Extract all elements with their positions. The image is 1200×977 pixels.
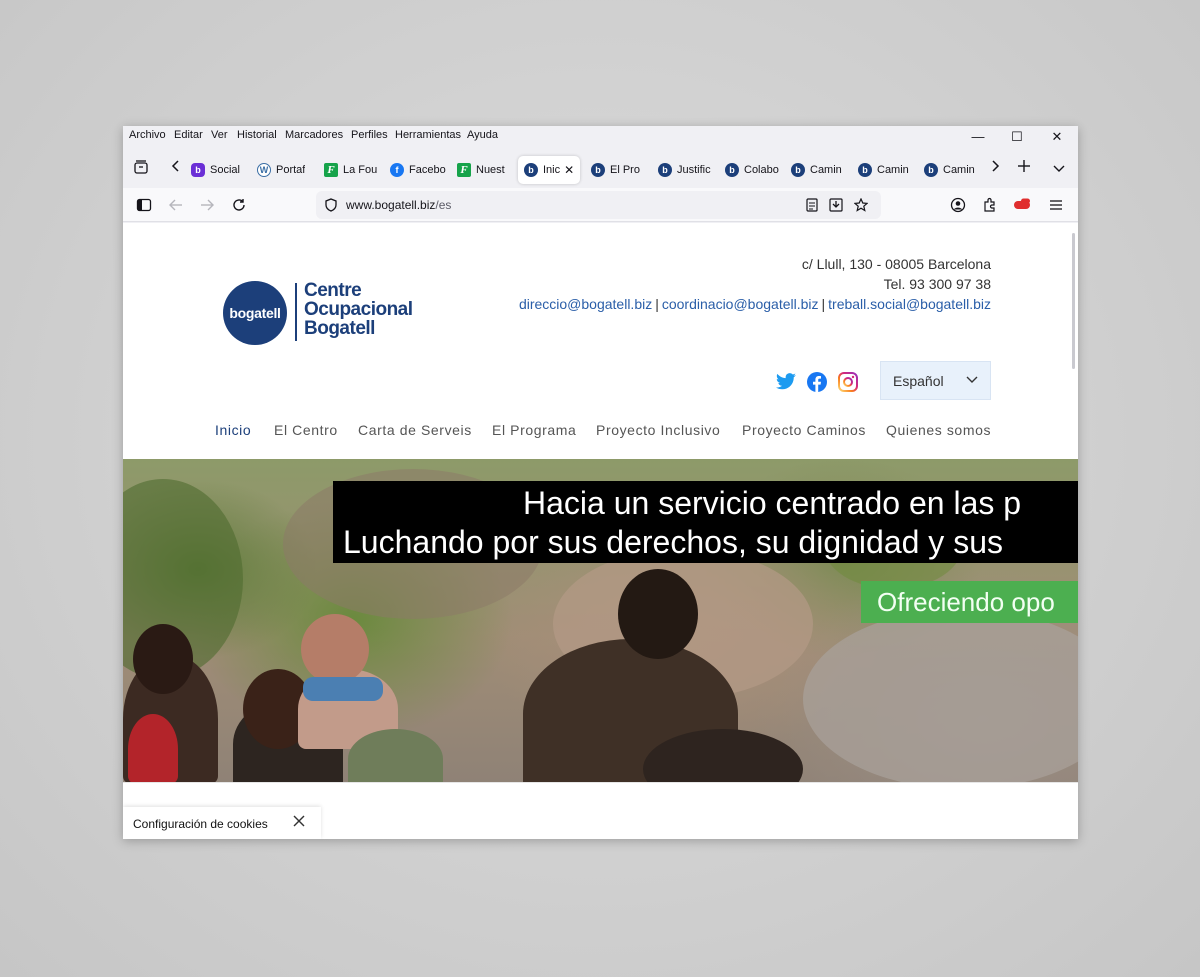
- tabs-scroll-right-icon[interactable]: [990, 159, 1000, 176]
- nav-proyecto-inclusivo[interactable]: Proyecto Inclusivo: [596, 422, 720, 438]
- hero-backpack: [128, 714, 178, 782]
- menu-herramientas[interactable]: Herramientas: [395, 129, 461, 141]
- bogatell-icon: b: [524, 163, 538, 177]
- close-icon[interactable]: [293, 814, 305, 831]
- menu-bar: Archivo Editar Ver Historial Marcadores …: [123, 126, 1078, 146]
- tab-strip: b Social W Portaf F La Fou f Facebo F Nu…: [123, 148, 1078, 188]
- hamburger-menu-icon[interactable]: [1047, 196, 1065, 214]
- account-icon[interactable]: [949, 196, 967, 214]
- contact-emails: direccio@bogatell.biz | coordinacio@bogate…: [518, 296, 991, 312]
- menu-perfiles[interactable]: Perfiles: [351, 129, 388, 141]
- sidebar-toggle-icon[interactable]: [135, 196, 153, 214]
- url-text[interactable]: www.bogatell.biz/es: [346, 198, 451, 212]
- hero-head: [301, 614, 369, 684]
- page-scrollbar[interactable]: [1072, 233, 1075, 369]
- menu-marcadores[interactable]: Marcadores: [285, 129, 343, 141]
- close-window-button[interactable]: ✕: [1047, 129, 1067, 145]
- reload-icon[interactable]: [230, 196, 248, 214]
- tab-justific[interactable]: b Justific: [652, 156, 714, 184]
- bogatell-logo[interactable]: bogatell: [223, 281, 287, 345]
- logo-wordmark[interactable]: Centre Ocupacional Bogatell: [304, 281, 413, 338]
- contact-address: c/ Llull, 130 - 08005 Barcelona: [801, 256, 991, 272]
- tab-camin-2[interactable]: b Camin: [852, 156, 914, 184]
- browser-window: Archivo Editar Ver Historial Marcadores …: [123, 126, 1078, 839]
- menu-editar[interactable]: Editar: [174, 129, 203, 141]
- cookie-settings-bar[interactable]: Configuración de cookies: [123, 807, 321, 839]
- tabs-scroll-left-icon[interactable]: [171, 159, 181, 176]
- tab-manager-icon[interactable]: [133, 159, 149, 178]
- tab-la-fou[interactable]: F La Fou: [318, 156, 380, 184]
- email-treball-social-link[interactable]: treball.social@bogatell.biz: [828, 296, 991, 312]
- hero-head: [133, 624, 193, 694]
- hero-head: [618, 569, 698, 659]
- menu-historial[interactable]: Historial: [237, 129, 277, 141]
- f-icon: F: [457, 163, 471, 177]
- menu-ayuda[interactable]: Ayuda: [467, 129, 498, 141]
- language-select[interactable]: Español: [880, 361, 991, 400]
- tab-el-pro[interactable]: b El Pro: [585, 156, 647, 184]
- close-tab-icon[interactable]: ✕: [564, 163, 574, 177]
- tab-inicio-active[interactable]: b Inic ✕: [518, 156, 580, 184]
- hero-green-banner: Ofreciendo opo: [861, 581, 1078, 623]
- email-direccio-link[interactable]: direccio@bogatell.biz: [519, 296, 652, 312]
- bogatell-icon: b: [725, 163, 739, 177]
- f-icon: F: [324, 163, 338, 177]
- nav-proyecto-caminos[interactable]: Proyecto Caminos: [742, 422, 866, 438]
- social-icon: b: [191, 163, 205, 177]
- hero-line-1: Hacia un servicio centrado en las p: [523, 485, 1022, 521]
- save-page-icon[interactable]: [828, 197, 844, 213]
- facebook-icon: f: [390, 163, 404, 177]
- navigation-bar: www.bogatell.biz/es: [123, 188, 1078, 222]
- maximize-button[interactable]: ☐: [1007, 129, 1027, 145]
- hero-hat: [348, 729, 443, 782]
- hero-line-2: Luchando por sus derechos, su dignidad y…: [343, 524, 1003, 560]
- nav-inicio[interactable]: Inicio: [215, 422, 251, 438]
- reader-view-icon[interactable]: [804, 197, 820, 213]
- forward-icon[interactable]: [198, 196, 216, 214]
- tab-facebook[interactable]: f Facebo: [384, 156, 446, 184]
- nav-el-programa[interactable]: El Programa: [492, 422, 576, 438]
- menu-archivo[interactable]: Archivo: [129, 129, 166, 141]
- menu-ver[interactable]: Ver: [211, 129, 228, 141]
- list-all-tabs-icon[interactable]: [1053, 161, 1065, 177]
- bogatell-icon: b: [791, 163, 805, 177]
- chevron-down-icon: [966, 373, 978, 387]
- cookie-settings-label[interactable]: Configuración de cookies: [133, 817, 268, 831]
- shield-icon[interactable]: [323, 197, 339, 213]
- web-page: bogatell Centre Ocupacional Bogatell c/ …: [123, 223, 1078, 839]
- bookmark-star-icon[interactable]: [853, 197, 869, 213]
- bogatell-icon: b: [591, 163, 605, 177]
- facebook-icon[interactable]: [806, 371, 828, 393]
- back-icon[interactable]: [167, 196, 185, 214]
- lastpass-extension-icon[interactable]: [1013, 196, 1031, 214]
- bogatell-icon: b: [858, 163, 872, 177]
- bogatell-icon: b: [924, 163, 938, 177]
- hero-bottom-divider: [123, 782, 1078, 783]
- tab-camin-1[interactable]: b Camin: [785, 156, 847, 184]
- new-tab-icon[interactable]: [1017, 159, 1031, 176]
- tab-social[interactable]: b Social: [185, 156, 247, 184]
- email-coordinacio-link[interactable]: coordinacio@bogatell.biz: [662, 296, 819, 312]
- nav-el-centro[interactable]: El Centro: [274, 422, 338, 438]
- tab-portaf[interactable]: W Portaf: [251, 156, 313, 184]
- bogatell-icon: b: [658, 163, 672, 177]
- twitter-icon[interactable]: [775, 371, 797, 393]
- tab-camin-3[interactable]: b Camin: [918, 156, 980, 184]
- contact-phone: Tel. 93 300 97 38: [883, 276, 991, 292]
- tab-colabo[interactable]: b Colabo: [719, 156, 781, 184]
- hero-slider[interactable]: Hacia un servicio centrado en las p Luch…: [123, 459, 1078, 782]
- nav-quienes-somos[interactable]: Quienes somos: [886, 422, 991, 438]
- hero-rock: [803, 609, 1078, 782]
- hero-green-text: Ofreciendo opo: [877, 587, 1055, 617]
- minimize-button[interactable]: —: [968, 129, 988, 144]
- nav-carta-de-serveis[interactable]: Carta de Serveis: [358, 422, 472, 438]
- extensions-icon[interactable]: [981, 196, 999, 214]
- instagram-icon[interactable]: [837, 371, 859, 393]
- wordpress-icon: W: [257, 163, 271, 177]
- hero-banner: Hacia un servicio centrado en las p Luch…: [333, 481, 1078, 563]
- logo-divider: [295, 283, 297, 341]
- url-bar[interactable]: www.bogatell.biz/es: [316, 191, 881, 219]
- tab-nuest[interactable]: F Nuest: [451, 156, 513, 184]
- hero-scarf: [303, 677, 383, 701]
